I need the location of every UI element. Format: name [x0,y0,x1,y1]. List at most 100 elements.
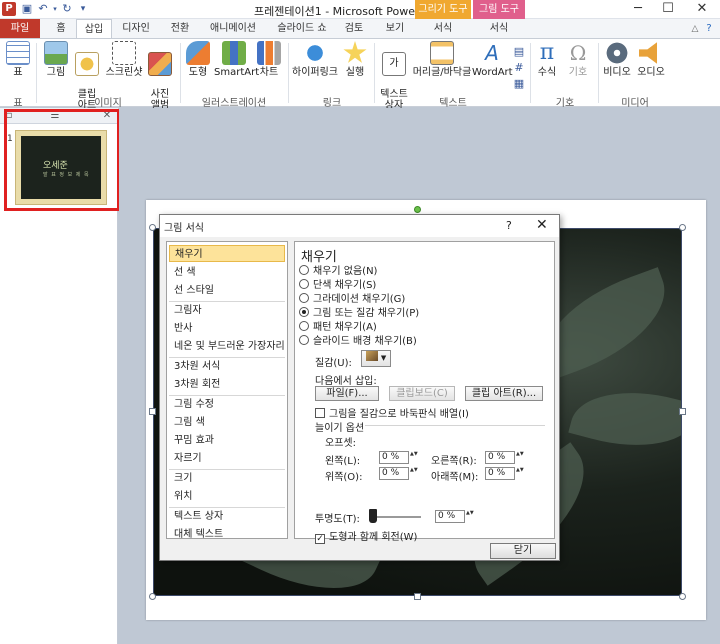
category-picture-color[interactable]: 그림 색 [169,414,285,431]
header-footer-button[interactable]: 머리글/바닥글 [412,41,472,78]
radio-button[interactable] [299,321,309,331]
category-3d-rotation[interactable]: 3차원 회전 [169,376,285,393]
tab-picture-format[interactable]: 서식 [474,19,524,38]
resize-handle-e[interactable] [679,408,686,415]
tab-file[interactable]: 파일 [0,19,40,38]
maximize-icon[interactable]: ☐ [654,0,682,19]
video-button[interactable]: 비디오 [602,41,632,78]
texture-picker[interactable]: ▼ [361,350,391,367]
clipart-dialog-button[interactable]: 클립 아트(R)... [465,386,543,401]
close-button[interactable]: 닫기 [490,543,556,559]
radio-button[interactable] [299,279,309,289]
date-time-icon[interactable]: ▤ [512,45,526,59]
bottom-offset-input[interactable]: 0 % [485,467,524,480]
rotate-with-shape-checkbox[interactable]: ✓ 도형과 함께 회전(W) [315,528,417,544]
screenshot-button[interactable]: 스크린샷 [104,41,144,78]
resize-handle-ne[interactable] [679,224,686,231]
smartart-button[interactable]: SmartArt [214,41,259,78]
category-shadow[interactable]: 그림자 [169,302,285,319]
object-icon[interactable]: ▦ [512,77,526,91]
tab-slideshow[interactable]: 슬라이드 쇼 [270,19,334,38]
category-position[interactable]: 위치 [169,488,285,505]
category-crop[interactable]: 자르기 [169,450,285,467]
resize-handle-nw[interactable] [149,224,156,231]
save-icon[interactable]: ▣ [20,2,34,16]
collapse-ribbon-icon[interactable]: △ [688,22,702,36]
tab-view[interactable]: 보기 [378,19,412,38]
radio-slide-background-fill[interactable]: 슬라이드 배경 채우기(B) [299,335,417,348]
hyperlink-button[interactable]: 하이퍼링크 [290,41,340,78]
minimize-icon[interactable]: ─ [624,0,652,19]
radio-picture-texture-fill[interactable]: 그림 또는 질감 채우기(P) [299,307,419,320]
help-icon[interactable]: ? [702,22,716,36]
resize-handle-s[interactable] [414,593,421,600]
transparency-slider-track[interactable] [373,516,421,518]
group-links: 링크 [322,98,342,109]
radio-button[interactable] [299,265,309,275]
radio-button[interactable] [299,335,309,345]
table-icon [6,41,30,65]
tab-design[interactable]: 디자인 [116,19,156,38]
file-button[interactable]: 파일(F)... [315,386,379,401]
tile-checkbox[interactable]: 그림을 질감으로 바둑판식 배열(I) [315,405,469,420]
slide-number-icon[interactable]: # [512,61,526,75]
powerpoint-app-icon[interactable]: P [2,2,16,16]
radio-button-selected[interactable] [299,307,309,317]
left-offset-input[interactable]: 0 % [379,451,418,464]
category-size[interactable]: 크기 [169,470,285,487]
clipboard-button: 클립보드(C) [389,386,455,401]
checkbox[interactable] [315,408,325,418]
chart-icon [257,41,281,65]
group-media: 미디어 [621,98,649,109]
omega-icon: Ω [569,41,587,65]
tab-home[interactable]: 홈 [46,19,76,38]
chart-button[interactable]: 차트 [256,41,282,78]
redo-icon[interactable]: ↻ [60,2,74,16]
resize-handle-sw[interactable] [149,593,156,600]
dialog-close-icon[interactable]: ✕ [536,217,548,233]
radio-gradient-fill[interactable]: 그라데이션 채우기(G) [299,293,405,306]
film-reel-icon [605,41,629,65]
category-text-box[interactable]: 텍스트 상자 [169,508,285,525]
category-list: 채우기 선 색 선 스타일 그림자 반사 네온 및 부드러운 가장자리 3차원 … [166,241,288,540]
category-3d-format[interactable]: 3차원 서식 [169,358,285,375]
category-picture-corrections[interactable]: 그림 수정 [169,396,285,413]
category-alt-text[interactable]: 대체 텍스트 [169,526,285,543]
checkbox-checked[interactable]: ✓ [315,534,325,544]
radio-button[interactable] [299,293,309,303]
audio-button[interactable]: 오디오 [636,41,666,78]
wordart-button[interactable]: A WordArt [472,41,513,78]
resize-handle-se[interactable] [679,593,686,600]
table-button[interactable]: 표 [6,41,30,78]
dialog-help-button[interactable]: ? [506,219,512,232]
close-window-icon[interactable]: ✕ [688,0,716,19]
category-fill[interactable]: 채우기 [169,245,285,262]
shapes-button[interactable]: 도형 [186,41,210,78]
picture-button[interactable]: 그림 [42,41,70,78]
transparency-input[interactable]: 0 % [435,510,474,523]
rotation-handle[interactable] [414,206,421,213]
top-offset-input[interactable]: 0 % [379,467,418,480]
category-artistic-effects[interactable]: 꾸밈 효과 [169,432,285,449]
category-glow-soft-edges[interactable]: 네온 및 부드러운 가장자리 [169,338,285,355]
tab-animations[interactable]: 애니메이션 [202,19,264,38]
radio-solid-fill[interactable]: 단색 채우기(S) [299,279,376,292]
radio-pattern-fill[interactable]: 패턴 채우기(A) [299,321,377,334]
symbol-button[interactable]: Ω 기호 [564,41,592,78]
resize-handle-w[interactable] [149,408,156,415]
radio-no-fill[interactable]: 채우기 없음(N) [299,265,377,278]
customize-toolbar-icon[interactable]: ▾ [76,2,90,16]
category-line-style[interactable]: 선 스타일 [169,282,285,299]
category-line-color[interactable]: 선 색 [169,264,285,281]
transparency-slider-thumb[interactable] [369,509,377,523]
action-button[interactable]: 실행 [342,41,368,78]
category-reflection[interactable]: 반사 [169,320,285,337]
right-offset-input[interactable]: 0 % [485,451,524,464]
format-picture-dialog: 그림 서식 ? ✕ 채우기 선 색 선 스타일 그림자 반사 네온 및 부드러운… [159,214,560,561]
tab-review[interactable]: 검토 [338,19,370,38]
leaf-shape [568,374,681,464]
tab-insert[interactable]: 삽입 [76,19,112,39]
tab-drawing-format[interactable]: 서식 [418,19,468,38]
tab-transitions[interactable]: 전환 [164,19,196,38]
equation-button[interactable]: π 수식 [534,41,560,79]
